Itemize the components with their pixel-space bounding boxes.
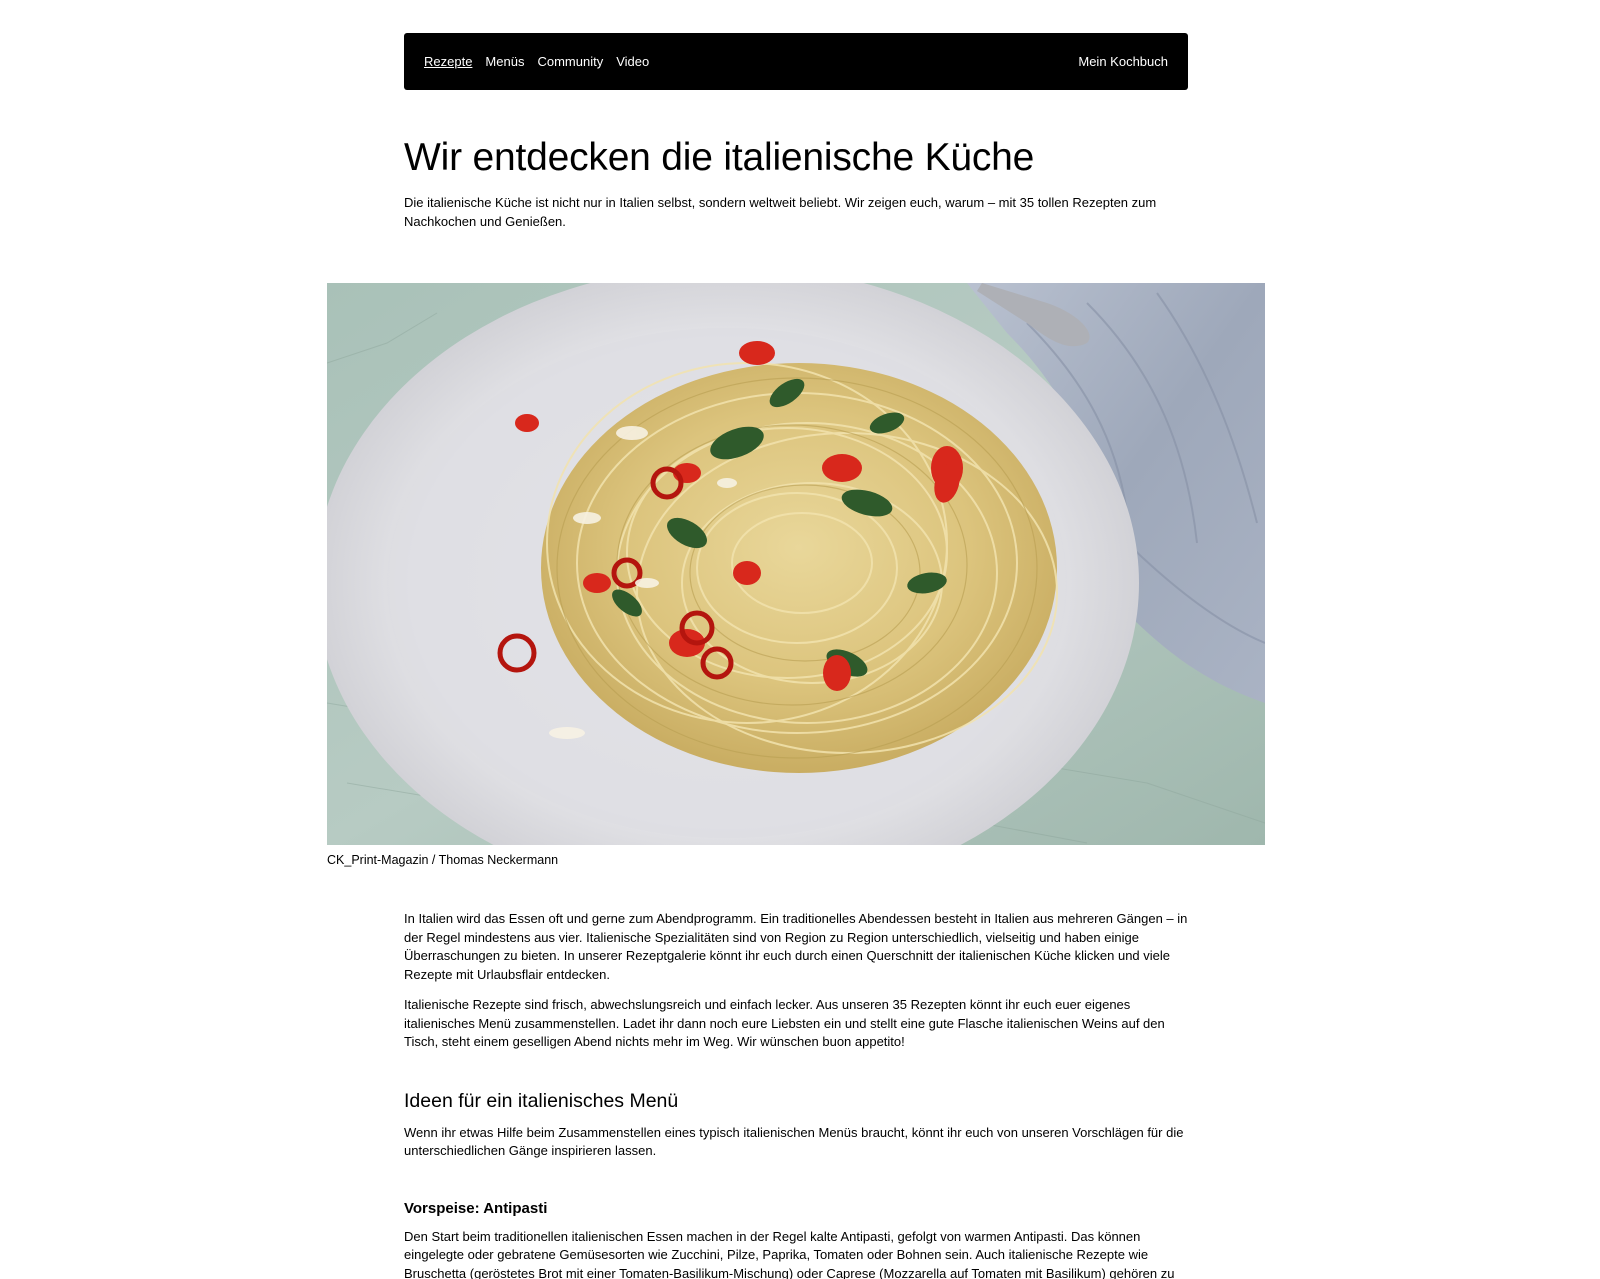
article-paragraph: Italienische Rezepte sind frisch, abwech… [404, 997, 1165, 1049]
article-paragraph: In Italien wird das Essen oft und gerne … [404, 911, 1188, 982]
page: Rezepte Menüs Community Video Mein Kochb… [0, 0, 1600, 1279]
hero-image-caption: CK_Print-Magazin / Thomas Neckermann [327, 853, 559, 867]
nav-item-mein-kochbuch[interactable]: Mein Kochbuch [1078, 54, 1168, 69]
top-navigation: Rezepte Menüs Community Video Mein Kochb… [404, 33, 1188, 90]
hero-image [327, 283, 1265, 845]
article-body: In Italien wird das Essen oft und gerne … [404, 910, 1188, 1279]
section-heading: Ideen für ein italienisches Menü [404, 1089, 679, 1112]
nav-item-video[interactable]: Video [616, 55, 649, 68]
nav-links: Rezepte Menüs Community Video [424, 55, 649, 68]
page-title: Wir entdecken die italienische Küche [404, 136, 1035, 179]
section-paragraph: Wenn ihr etwas Hilfe beim Zusammenstelle… [404, 1124, 1184, 1159]
nav-item-community[interactable]: Community [537, 55, 603, 68]
nav-item-menues[interactable]: Menüs [485, 55, 524, 68]
subsection-heading: Vorspeise: Antipasti [404, 1199, 548, 1217]
nav-item-rezepte[interactable]: Rezepte [424, 55, 472, 68]
subsection-paragraph: Den Start beim traditionellen italienisc… [404, 1228, 1175, 1279]
lead-paragraph: Die italienische Küche ist nicht nur in … [404, 195, 1157, 229]
